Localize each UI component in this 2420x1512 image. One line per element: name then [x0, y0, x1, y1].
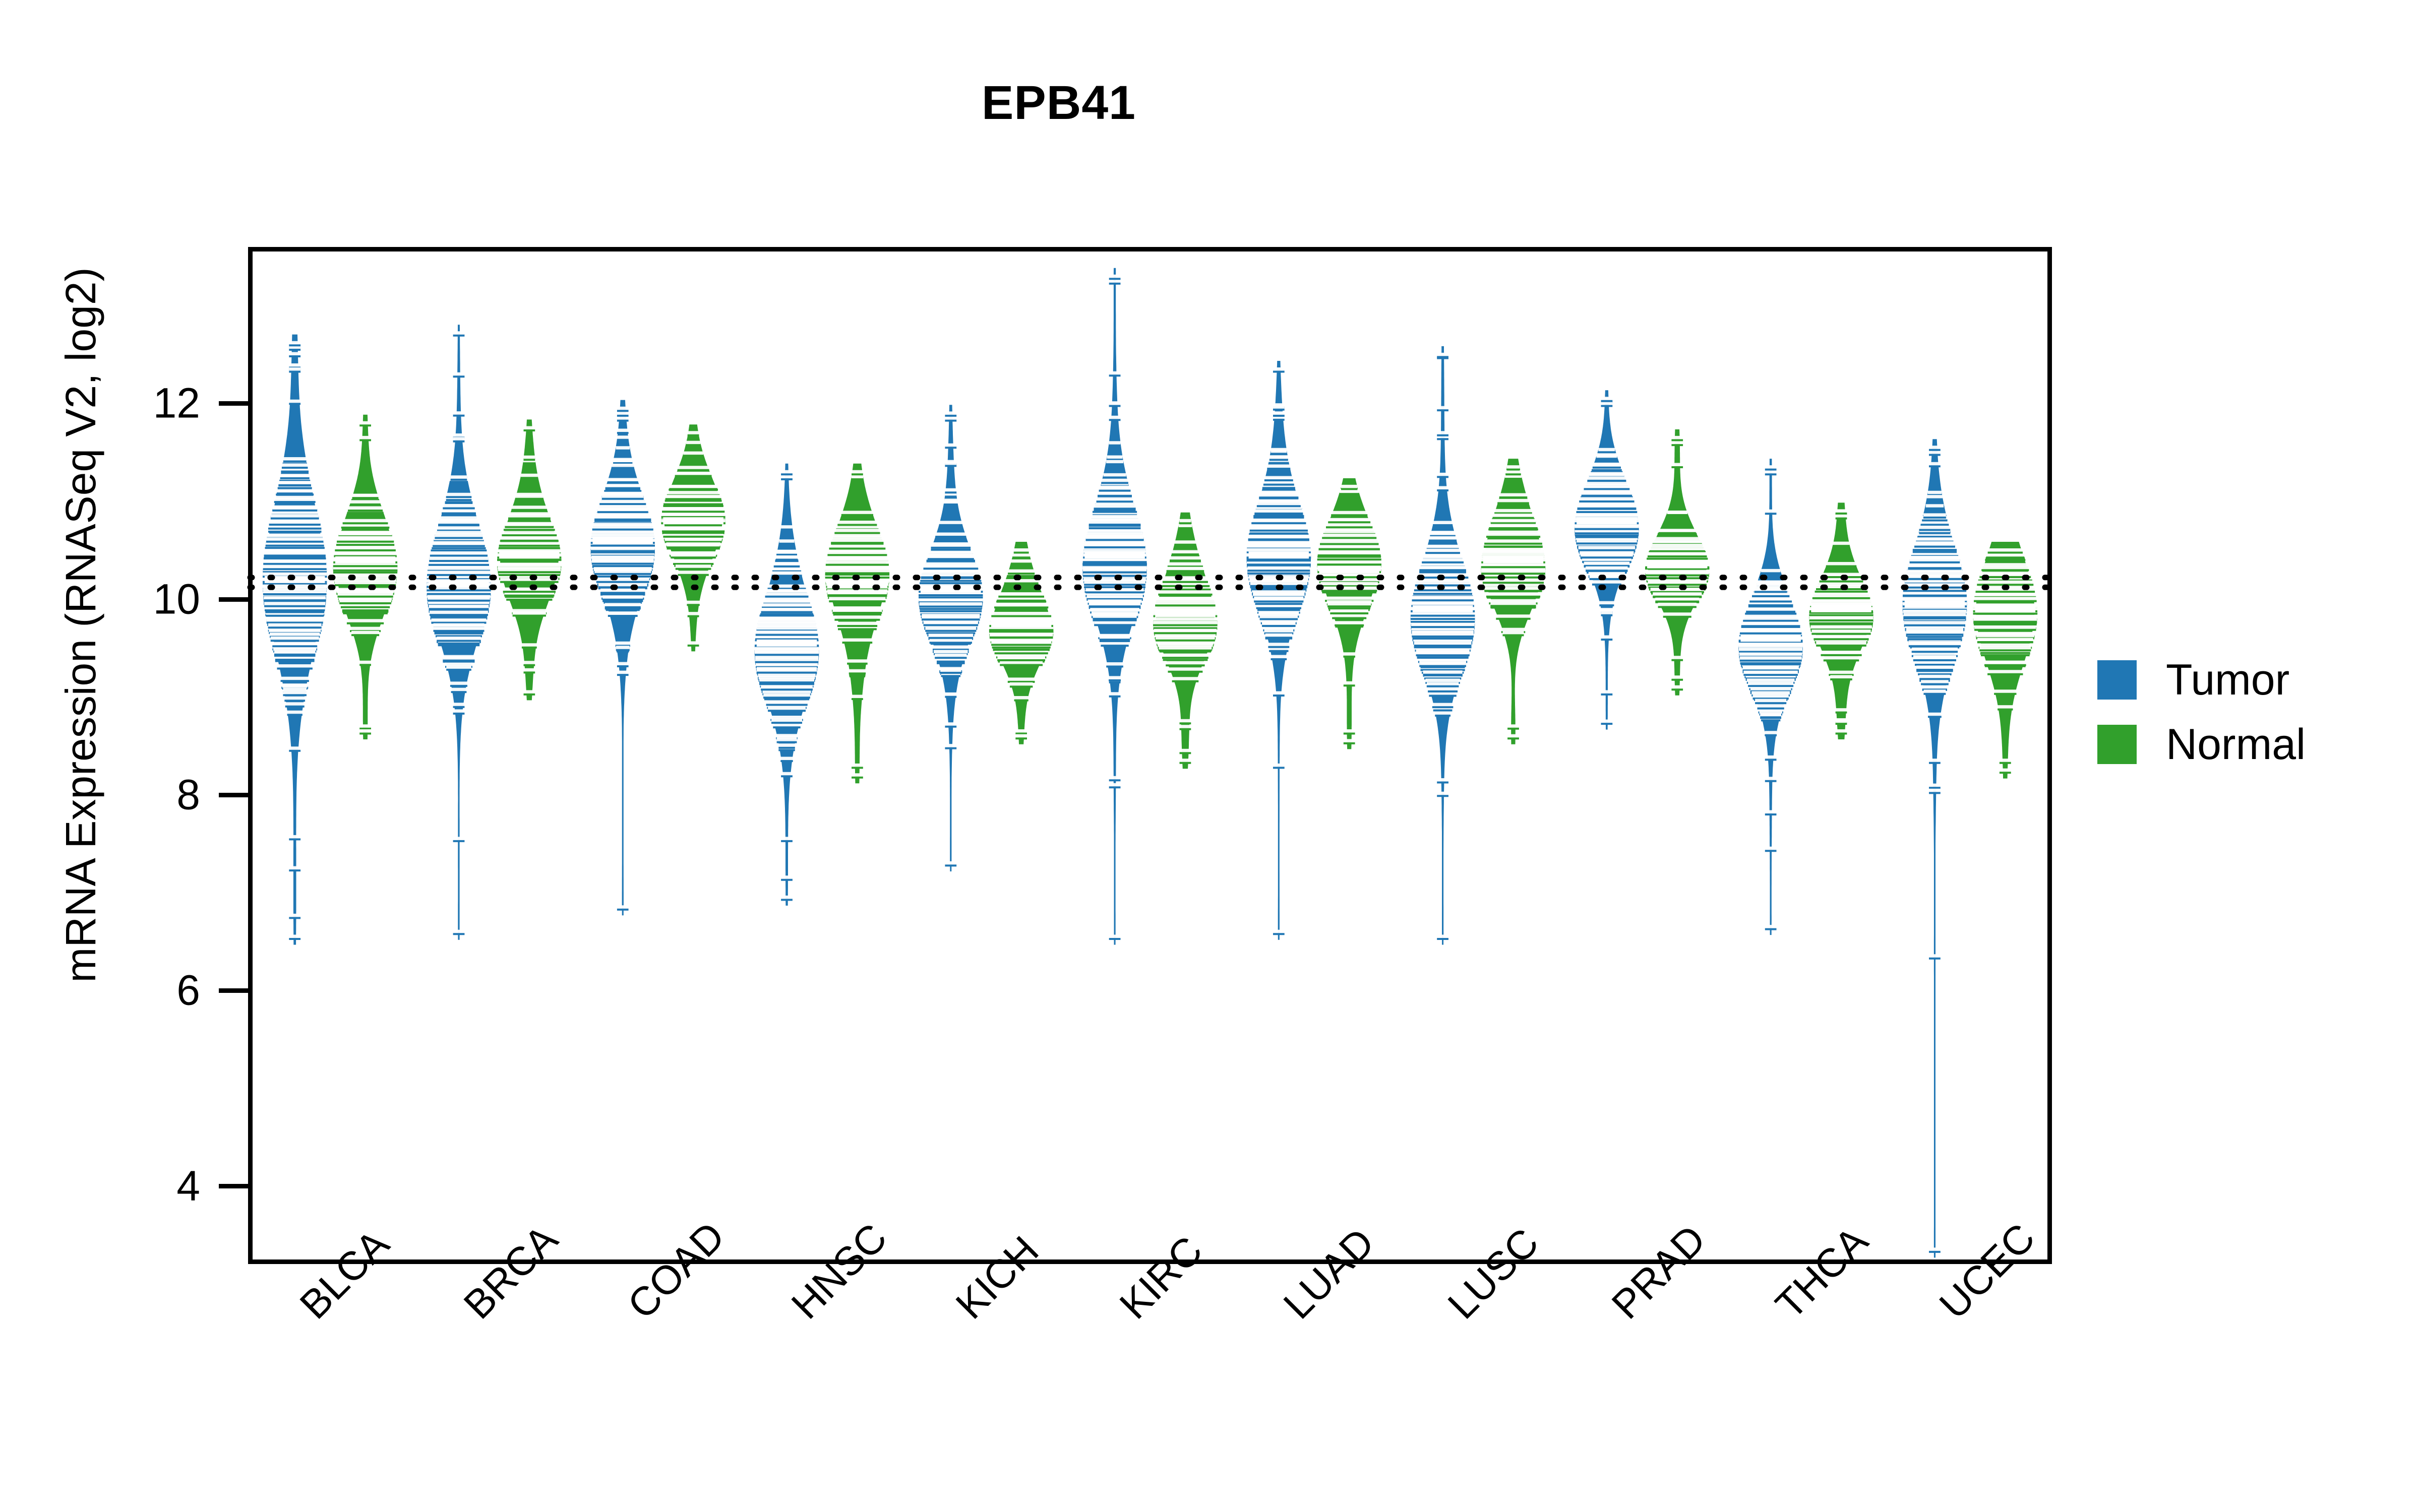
x-tick-label-kich: KICH: [947, 1227, 1047, 1328]
x-tick-label-hnsc: HNSC: [783, 1215, 896, 1328]
x-tick-label-coad: COAD: [619, 1213, 734, 1328]
chart-root: EPB41 mRNA Expression (RNASeq V2, log2) …: [0, 0, 2420, 1512]
x-tick-label-prad: PRAD: [1603, 1216, 1714, 1328]
legend-swatch-tumor: [2097, 660, 2137, 700]
legend-label-normal: Normal: [2166, 720, 2306, 769]
legend-item-tumor[interactable]: Tumor: [2097, 648, 2306, 712]
x-tick-label-thca: THCA: [1767, 1218, 1877, 1328]
legend-swatch-normal: [2097, 725, 2137, 764]
x-tick-label-ucec: UCEC: [1931, 1215, 2044, 1328]
x-tick-label-brca: BRCA: [455, 1216, 566, 1328]
x-tick-label-blca: BLCA: [291, 1221, 398, 1328]
legend-label-tumor: Tumor: [2166, 655, 2290, 704]
x-tick-label-kirc: KIRC: [1111, 1227, 1211, 1328]
x-axis-ticks: BLCA BRCA COAD HNSC KICH KIRC LUAD LUSC PRAD THCA…: [0, 0, 2420, 1512]
x-tick-label-luad: LUAD: [1275, 1219, 1383, 1328]
legend-item-normal[interactable]: Normal: [2097, 712, 2306, 777]
x-tick-label-lusc: LUSC: [1439, 1219, 1547, 1328]
legend: Tumor Normal: [2097, 648, 2306, 777]
